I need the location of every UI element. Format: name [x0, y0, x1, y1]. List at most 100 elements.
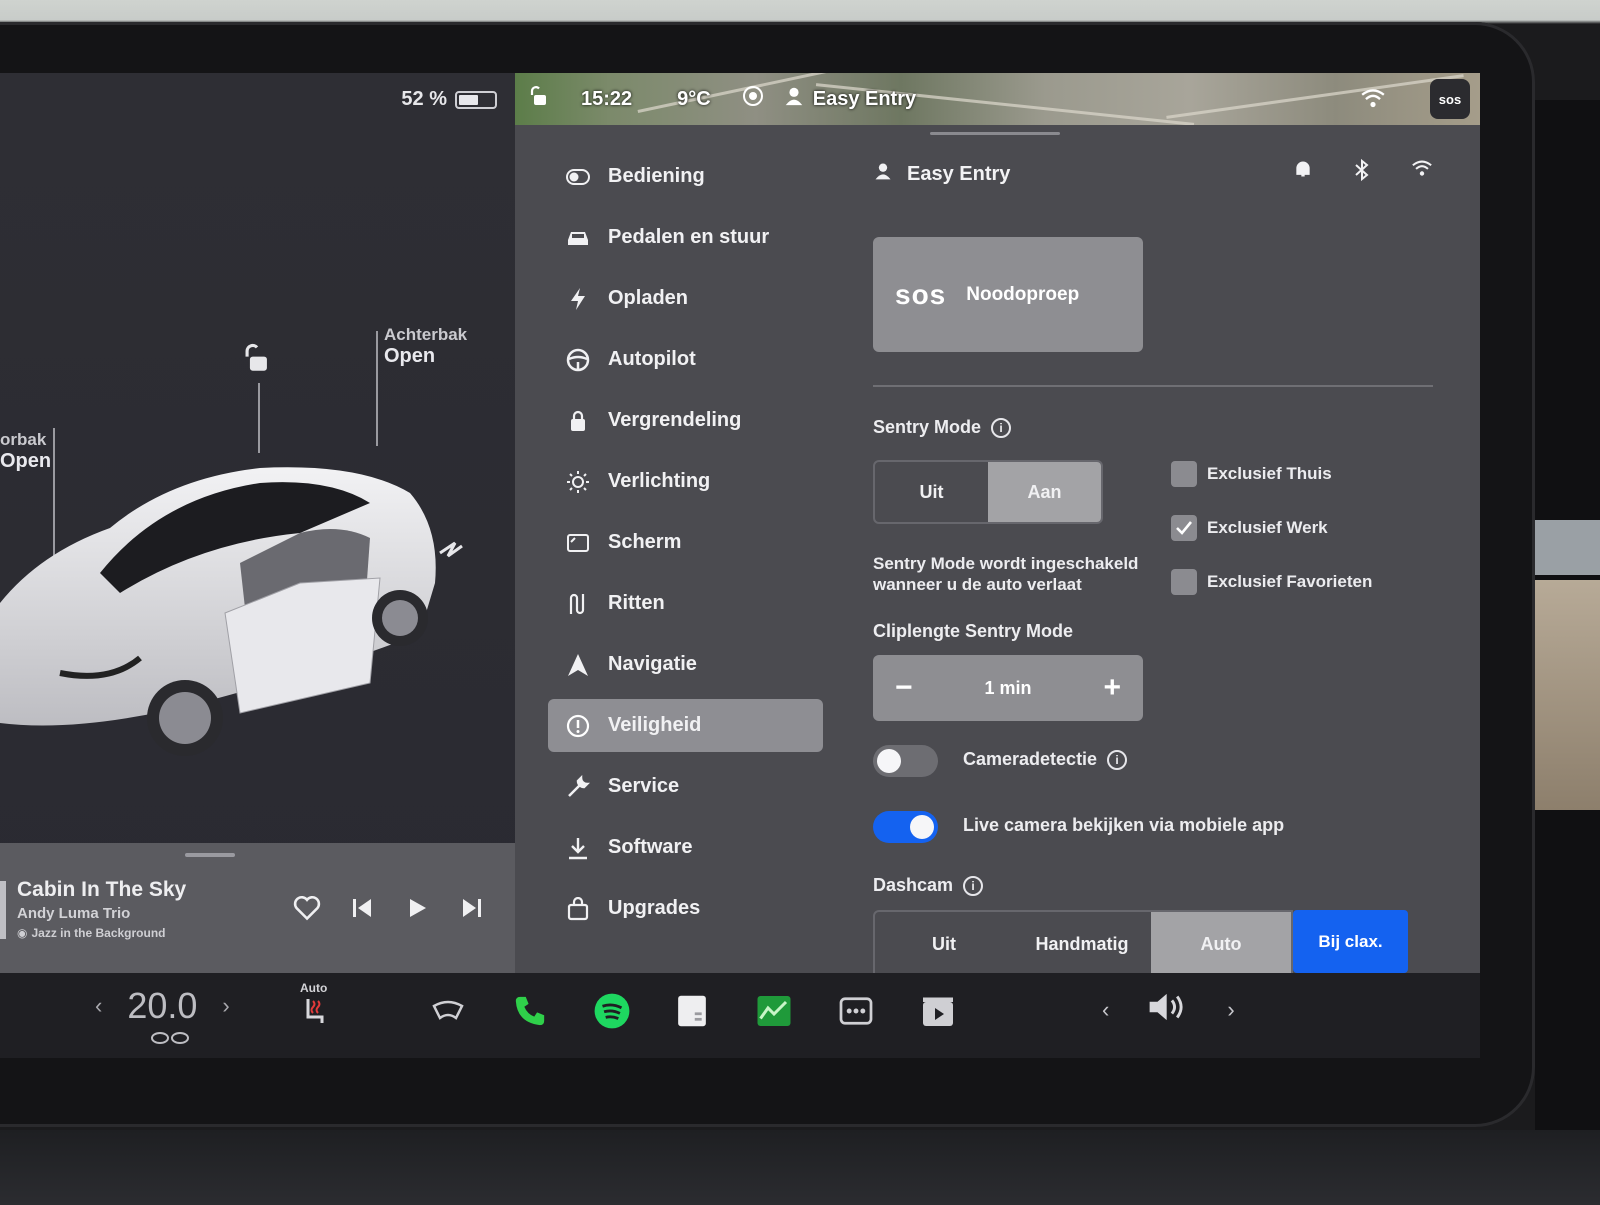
volume-control: ‹ › [1102, 991, 1235, 1029]
calendar-icon[interactable] [672, 991, 712, 1031]
play-icon[interactable] [402, 893, 432, 923]
checkbox-box[interactable] [1171, 514, 1197, 541]
more-apps-icon[interactable] [836, 991, 876, 1031]
media-player[interactable]: Cabin In The Sky Andy Luma Trio ◉ Jazz i… [0, 843, 515, 973]
clip-length-stepper: − 1 min + [873, 655, 1143, 721]
description-line: wanneer u de auto verlaat [873, 575, 1082, 594]
trunk-status: Open [384, 345, 436, 367]
battery-icon [455, 90, 497, 109]
plus-icon[interactable]: + [1103, 673, 1121, 703]
nav-item-label: Software [608, 836, 693, 858]
nav-item-verlichting[interactable]: Verlichting [548, 455, 823, 508]
bolt-icon [566, 287, 590, 311]
phone-icon[interactable] [510, 991, 550, 1031]
nav-item-vergrendeling[interactable]: Vergrendeling [548, 394, 823, 447]
unlock-icon[interactable] [240, 341, 274, 380]
nav-item-label: Navigatie [608, 653, 697, 675]
camera-detection-label: Cameradetectie [963, 749, 1098, 769]
nav-item-label: Opladen [608, 287, 689, 309]
status-bar-map[interactable]: 15:22 9°C Easy Entry sos [515, 73, 1480, 125]
heart-icon[interactable] [292, 893, 322, 923]
dashcam-honk-option[interactable]: Bij clax. [1293, 910, 1408, 973]
nav-item-label: Veiligheid [608, 714, 702, 736]
nav-item-scherm[interactable]: Scherm [548, 516, 823, 569]
video-app-icon[interactable] [918, 991, 958, 1031]
nav-item-bediening[interactable]: Bediening [548, 150, 823, 203]
info-icon[interactable]: i [991, 417, 1012, 438]
sos-logo: sos [895, 278, 947, 310]
dashcam-title: Dashcam i [873, 875, 984, 896]
dashcam-off-option[interactable]: Uit [875, 912, 1013, 976]
dashcam-manual-option[interactable]: Handmatig [1013, 912, 1151, 976]
steering-wheel-heater-icon[interactable] [428, 991, 468, 1031]
nav-item-opladen[interactable]: Opladen [548, 272, 823, 325]
lock-icon [566, 409, 590, 433]
sos-button[interactable]: sos [1430, 79, 1470, 119]
checkbox-box[interactable] [1171, 568, 1197, 595]
sentry-off-option[interactable]: Uit [875, 462, 988, 522]
next-track-icon[interactable] [457, 893, 487, 923]
checkbox-box[interactable] [1171, 460, 1197, 487]
steering-wheel-icon [566, 348, 590, 372]
nav-item-label: Pedalen en stuur [608, 226, 770, 248]
dashcam-auto-option[interactable]: Auto [1151, 912, 1291, 976]
radio-icon: ◉ [17, 926, 28, 940]
nav-item-service[interactable]: Service [548, 760, 823, 813]
bottom-console [0, 1130, 1600, 1205]
clip-length-title: Cliplengte Sentry Mode [873, 621, 1074, 641]
nav-item-autopilot[interactable]: Autopilot [548, 333, 823, 386]
toggle-icon [566, 165, 590, 189]
description-line: Sentry Mode wordt ingeschakeld [873, 554, 1139, 573]
battery-percent: 52 % [401, 88, 447, 110]
bell-icon[interactable] [1293, 158, 1313, 188]
minus-icon[interactable]: − [895, 673, 913, 703]
camera-detection-toggle[interactable] [873, 745, 938, 777]
dashcam-label: Dashcam [873, 875, 954, 895]
speaker-icon[interactable] [1147, 991, 1189, 1029]
map-road [1166, 74, 1464, 119]
sentry-on-option[interactable]: Aan [988, 462, 1101, 522]
live-camera-toggle[interactable] [873, 811, 938, 843]
spotify-icon[interactable] [592, 991, 632, 1031]
exclude-home-checkbox[interactable]: Exclusief Thuis [1171, 460, 1372, 487]
sos-button-label: sos [1438, 91, 1462, 107]
trunk-callout[interactable]: Achterbak Open [384, 325, 467, 368]
nav-item-software[interactable]: Software [548, 821, 823, 874]
media-drag-handle[interactable] [185, 853, 235, 857]
media-source: ◉ Jazz in the Background [17, 926, 166, 940]
nav-item-veiligheid[interactable]: Veiligheid [548, 699, 823, 752]
energy-app-icon[interactable] [754, 991, 794, 1031]
trips-icon [566, 592, 590, 616]
cabin-temperature[interactable]: 20.0 [127, 985, 197, 1027]
nav-item-pedalen[interactable]: Pedalen en stuur [548, 211, 823, 264]
wifi-settings-icon[interactable] [1411, 158, 1433, 188]
info-icon[interactable]: i [1107, 749, 1128, 770]
profile-name-status[interactable]: Easy Entry [813, 88, 916, 111]
nav-item-upgrades[interactable]: Upgrades [548, 882, 823, 935]
exclude-work-checkbox[interactable]: Exclusief Werk [1171, 514, 1372, 541]
nav-item-navigatie[interactable]: Navigatie [548, 638, 823, 691]
sun-icon [566, 470, 590, 494]
emergency-call-label: Noodoproep [966, 283, 1080, 305]
outside-temperature: 9°C [677, 87, 711, 110]
unlock-status-icon[interactable] [527, 84, 551, 114]
emergency-call-button[interactable]: sos Noodoproep [873, 237, 1143, 352]
volume-up-icon[interactable]: › [1227, 997, 1234, 1023]
nav-item-ritten[interactable]: Ritten [548, 577, 823, 630]
temp-up-icon[interactable]: › [222, 993, 229, 1019]
previous-track-icon[interactable] [347, 893, 377, 923]
profile-header[interactable]: Easy Entry [873, 158, 1433, 188]
display-icon [566, 531, 590, 555]
info-icon[interactable]: i [963, 875, 984, 896]
bluetooth-icon[interactable] [1353, 158, 1371, 188]
wifi-icon [1360, 87, 1386, 114]
temp-down-icon[interactable]: ‹ [95, 993, 102, 1019]
exclude-favorites-checkbox[interactable]: Exclusief Favorieten [1171, 568, 1372, 595]
safety-settings: Easy Entry sos Noodoproep Sentry Mode i … [873, 125, 1453, 976]
seat-heater-icon[interactable] [295, 991, 335, 1031]
volume-down-icon[interactable]: ‹ [1102, 997, 1109, 1023]
checkbox-label: Exclusief Werk [1207, 517, 1328, 537]
checkbox-label: Exclusief Thuis [1207, 463, 1332, 483]
profile-icon[interactable] [783, 85, 805, 113]
sentry-status-icon[interactable] [741, 84, 765, 114]
